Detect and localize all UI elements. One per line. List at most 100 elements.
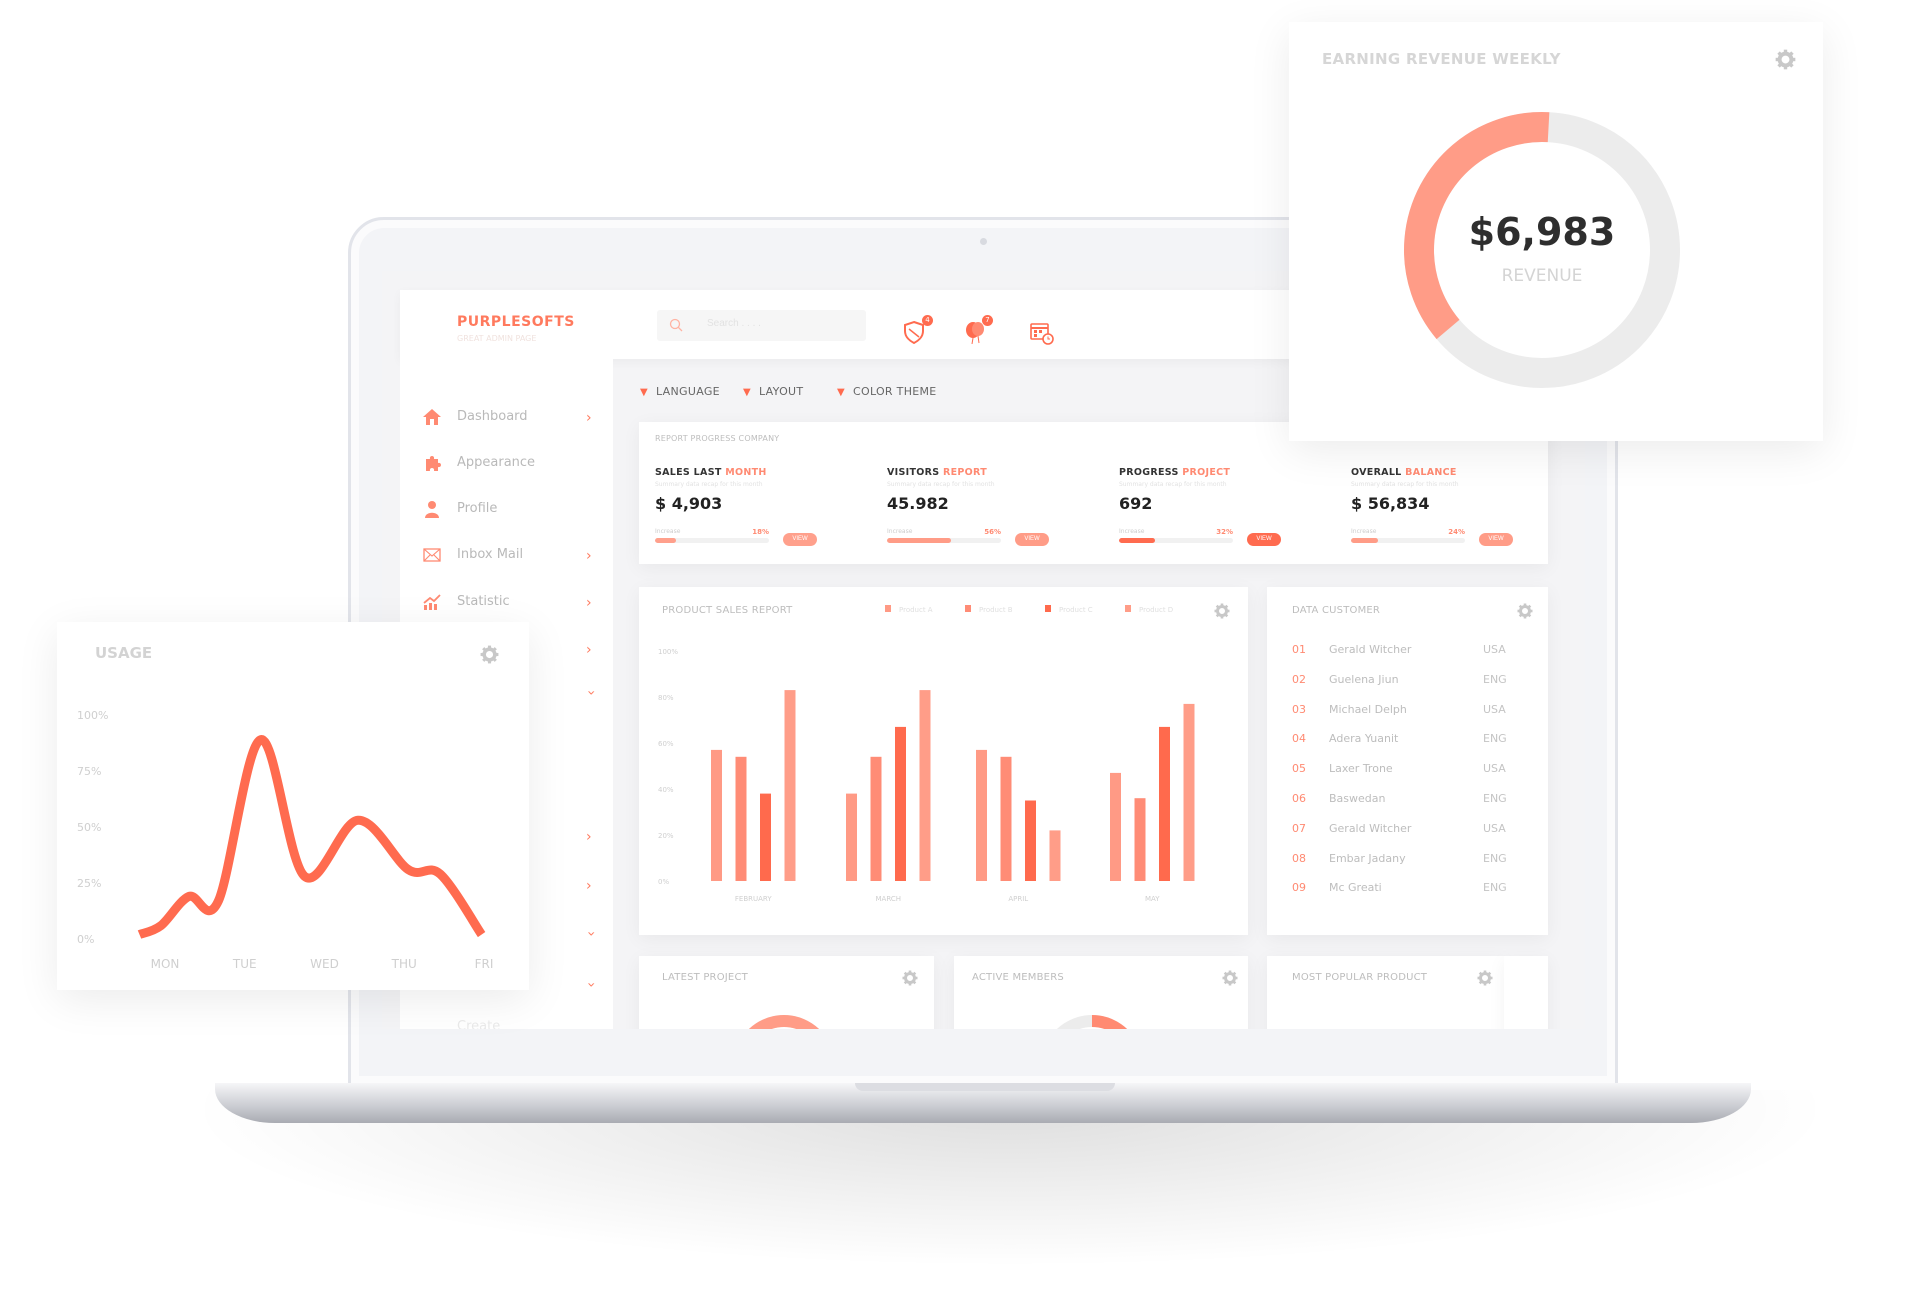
bar-product-d[interactable] [784,690,796,881]
chevron-right-icon[interactable]: › [586,830,596,844]
customer-row[interactable]: 02 Guelena Jiun ENG [1292,673,1552,689]
stat-subtitle: Summary data recap for this month [1119,481,1227,488]
customer-number: 03 [1292,702,1306,716]
bar-product-a[interactable] [1110,772,1121,881]
card-title: EARNING REVENUE WEEKLY [1322,50,1561,68]
bar-product-c[interactable] [760,793,771,881]
sidebar-item-dashboard[interactable]: Dashboard › [400,403,613,433]
x-tick-label: THU [391,957,417,971]
sidebar-item-appearance[interactable]: Appearance [400,449,613,479]
latest-project-donut [733,1015,835,1029]
customer-name: Guelena Jiun [1329,672,1399,686]
bar-product-d[interactable] [919,690,931,881]
triangle-down-icon: ▼ [640,387,648,398]
chevron-down-icon[interactable]: › [583,690,599,700]
customer-row[interactable]: 06 Baswedan ENG [1292,792,1552,808]
gear-icon[interactable] [1477,970,1493,986]
stat-label: SALES LAST [655,467,722,478]
legend-swatch [1125,605,1131,612]
chevron-right-icon[interactable]: › [586,879,596,893]
legend-label: Product B [979,606,1013,614]
bar-product-b[interactable] [870,756,882,881]
sidebar-item-inbox-mail[interactable]: Inbox Mail › [400,541,613,571]
customer-row[interactable]: 09 Mc Greati ENG [1292,881,1552,897]
chevron-down-icon[interactable]: › [583,982,599,992]
filter-color-theme[interactable]: ▼ COLOR THEME [837,385,937,398]
bar-product-d[interactable] [1049,830,1061,881]
progress-fill [1119,538,1156,543]
bar-product-d[interactable] [1183,703,1195,881]
customer-name: Gerald Witcher [1329,821,1412,835]
customer-row[interactable]: 07 Gerald Witcher USA [1292,822,1552,838]
view-button[interactable]: VIEW [1015,533,1049,546]
chevron-down-icon[interactable]: › [583,931,599,941]
bar-product-b[interactable] [1134,798,1146,881]
bar-product-a[interactable] [711,749,722,881]
legend-label: Product D [1139,606,1173,614]
revenue-value: $6,983 [1468,210,1616,254]
filter-language[interactable]: ▼ LANGUAGE [640,385,720,398]
increase-label: Increase [655,528,681,535]
increase-percent: 56% [984,528,1001,536]
usage-chart: 0% 25% 50% 75% 100% MON TUE WED THU FRI [77,709,493,971]
calendar-clock-icon[interactable] [1029,320,1055,346]
customer-country: USA [1483,643,1506,656]
filter-layout[interactable]: ▼ LAYOUT [743,385,803,398]
search-box[interactable] [657,310,866,341]
customer-number: 01 [1292,643,1306,656]
stat-project: PROGRESS PROJECT Summary data recap for … [1119,467,1329,546]
customer-row[interactable]: 08 Embar Jadany ENG [1292,852,1552,868]
bar-product-b[interactable] [735,756,747,881]
stat-heading: VISITORS REPORT [887,467,1097,478]
sidebar-item-statistic[interactable]: Statistic › [400,588,613,618]
card-title: LATEST PROJECT [662,972,748,983]
legend-swatch [1045,605,1051,612]
chevron-right-icon: › [586,410,592,426]
progress-fill [655,538,676,543]
gear-icon[interactable] [902,970,918,986]
bar-product-c[interactable] [1159,726,1170,881]
sidebar-item-label: Inbox Mail [457,547,524,562]
y-tick-label: 20% [658,832,674,840]
view-button[interactable]: VIEW [783,533,817,546]
product-sales-card: PRODUCT SALES REPORT 0% 20% 40% 60% 80% 100% F… [639,587,1248,935]
gear-icon[interactable] [1517,603,1533,619]
legend-swatch [885,605,891,612]
stat-label: OVERALL [1351,467,1402,478]
sidebar-item-create[interactable]: Create [457,1019,500,1029]
bar-product-b[interactable] [1000,756,1012,881]
customer-number: 04 [1292,732,1306,746]
bar-product-a[interactable] [846,793,857,881]
progress-bar [1119,538,1233,543]
gear-icon[interactable] [1222,970,1238,986]
logo[interactable]: PURPLESOFTS [457,314,575,330]
bar-product-c[interactable] [895,726,906,881]
customer-country: ENG [1483,851,1507,865]
view-button[interactable]: VIEW [1247,533,1281,546]
progress-bar [887,538,1001,543]
active-members-card: ACTIVE MEMBERS [954,956,1248,1029]
search-icon [669,318,683,332]
customer-row[interactable]: 05 Laxer Trone USA [1292,762,1552,778]
customer-row[interactable]: 01 Gerald Witcher USA [1292,643,1552,659]
bar-product-c[interactable] [1025,800,1036,882]
shield-icon[interactable]: 4 [903,315,933,346]
bar-product-a[interactable] [976,749,987,881]
customer-name: Mc Greati [1329,881,1382,895]
view-button[interactable]: VIEW [1479,533,1513,546]
gear-icon[interactable] [1775,49,1796,70]
search-input[interactable] [707,318,847,329]
stat-accent: MONTH [725,467,767,478]
balloon-icon[interactable]: 7 [963,315,993,346]
customer-row[interactable]: 04 Adera Yuanit ENG [1292,732,1552,748]
sidebar-item-profile[interactable]: Profile [400,495,613,525]
customer-row[interactable]: 03 Michael Delph USA [1292,703,1552,719]
sidebar-item-label: Profile [457,501,498,516]
active-members-donut [1041,1015,1143,1029]
laptop-notch [855,1083,1115,1091]
x-tick-label: FEBRUARY [735,895,772,903]
increase-percent: 24% [1448,528,1465,536]
customer-country: ENG [1483,881,1507,895]
extra-card [1504,956,1548,1029]
chevron-right-icon[interactable]: › [586,643,596,657]
